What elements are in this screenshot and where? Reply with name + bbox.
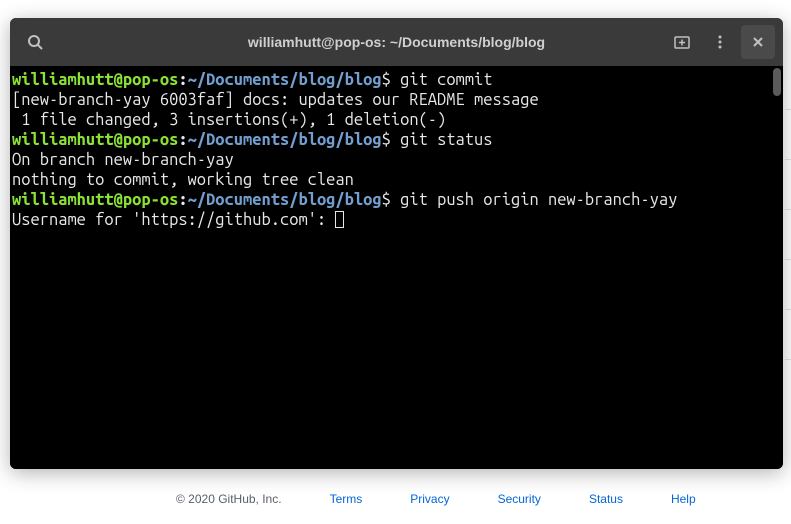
prompt-symbol: $ — [382, 71, 391, 89]
prompt-path: ~/Documents/blog/blog — [188, 71, 382, 89]
prompt-user: williamhutt@pop-os — [12, 191, 178, 209]
prompt-user: williamhutt@pop-os — [12, 131, 178, 149]
prompt-symbol: $ — [382, 131, 391, 149]
output-line: [new-branch-yay 6003faf] docs: updates o… — [12, 91, 539, 109]
search-button[interactable] — [18, 25, 52, 59]
cmd-line: git push origin new-branch-yay — [391, 191, 677, 209]
footer-link-security[interactable]: Security — [498, 492, 541, 506]
search-icon — [27, 34, 43, 50]
cmd-line: git commit — [391, 71, 493, 89]
terminal-window: williamhutt@pop-os: ~/Documents/blog/blo… — [10, 18, 783, 469]
prompt-user: williamhutt@pop-os — [12, 71, 178, 89]
prompt-path: ~/Documents/blog/blog — [188, 131, 382, 149]
output-line: On branch new-branch-yay — [12, 151, 234, 169]
kebab-menu-icon — [712, 34, 728, 50]
prompt-sep: : — [178, 71, 187, 89]
cmd-line: git status — [391, 131, 493, 149]
background-table-edge — [785, 60, 791, 360]
page-footer: © 2020 GitHub, Inc. Terms Privacy Securi… — [0, 492, 791, 506]
menu-button[interactable] — [703, 25, 737, 59]
footer-link-terms[interactable]: Terms — [330, 492, 363, 506]
new-tab-icon — [673, 33, 691, 51]
titlebar: williamhutt@pop-os: ~/Documents/blog/blo… — [10, 18, 783, 66]
terminal-content[interactable]: williamhutt@pop-os:~/Documents/blog/blog… — [10, 66, 783, 469]
footer-link-help[interactable]: Help — [671, 492, 696, 506]
close-button[interactable] — [741, 25, 775, 59]
output-line: Username for 'https://github.com': — [12, 211, 335, 229]
scrollbar-thumb[interactable] — [773, 68, 781, 96]
footer-link-status[interactable]: Status — [589, 492, 623, 506]
prompt-sep: : — [178, 191, 187, 209]
prompt-sep: : — [178, 131, 187, 149]
copyright-text: © 2020 GitHub, Inc. — [176, 492, 282, 506]
prompt-symbol: $ — [382, 191, 391, 209]
terminal-cursor — [335, 211, 344, 228]
close-icon — [751, 35, 765, 49]
prompt-path: ~/Documents/blog/blog — [188, 191, 382, 209]
new-tab-button[interactable] — [665, 25, 699, 59]
output-line: 1 file changed, 3 insertions(+), 1 delet… — [12, 111, 446, 129]
output-line: nothing to commit, working tree clean — [12, 171, 354, 189]
footer-link-privacy[interactable]: Privacy — [410, 492, 449, 506]
